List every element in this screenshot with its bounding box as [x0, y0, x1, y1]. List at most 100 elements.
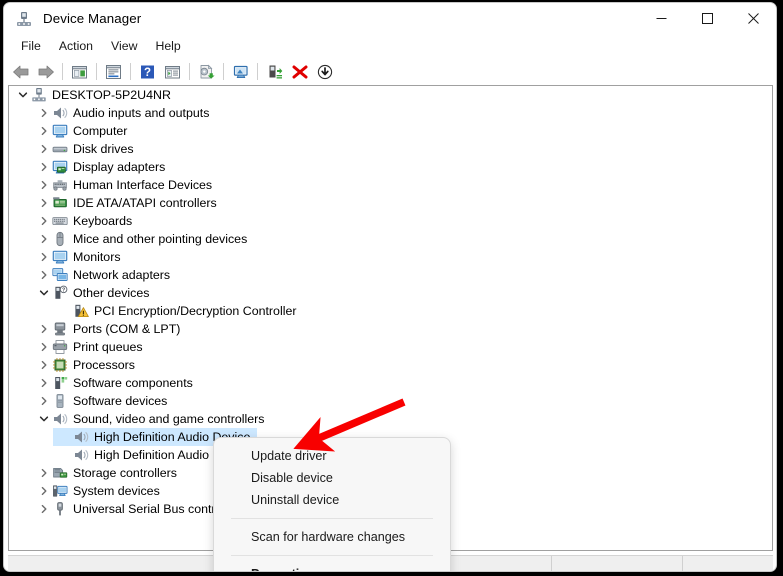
enable-device-icon[interactable] — [262, 60, 287, 83]
tree-item[interactable]: ? Other devices — [9, 284, 772, 302]
tree-item[interactable]: Software components — [9, 374, 772, 392]
tree-item-label: Sound, video and game controllers — [73, 412, 265, 426]
disk-drive-icon — [52, 141, 68, 157]
view-icon[interactable] — [160, 60, 185, 83]
tree-item[interactable]: PCI Encryption/Decryption Controller — [9, 302, 772, 320]
chevron-right-icon[interactable] — [36, 339, 52, 355]
tree-item[interactable]: Print queues — [9, 338, 772, 356]
tree-item[interactable]: Audio inputs and outputs — [9, 104, 772, 122]
toolbar-separator — [223, 63, 224, 80]
maximize-button[interactable] — [684, 3, 730, 34]
uninstall-device-icon[interactable] — [287, 60, 312, 83]
tree-item[interactable]: Monitors — [9, 248, 772, 266]
chevron-right-icon[interactable] — [36, 249, 52, 265]
context-menu-separator — [231, 518, 433, 519]
scan-hardware-changes-icon[interactable] — [228, 60, 253, 83]
tree-item[interactable]: DESKTOP-5P2U4NR — [9, 86, 772, 104]
close-button[interactable] — [730, 3, 776, 34]
tree-item[interactable]: Mice and other pointing devices — [9, 230, 772, 248]
tree-item-label: Keyboards — [73, 214, 133, 228]
tree-item[interactable]: Ports (COM & LPT) — [9, 320, 772, 338]
help-icon[interactable]: ? — [135, 60, 160, 83]
toolbar-separator — [189, 63, 190, 80]
tree-item-label: Other devices — [73, 286, 150, 300]
chevron-right-icon[interactable] — [36, 123, 52, 139]
context-menu-item[interactable]: Disable device — [214, 467, 450, 489]
ide-controller-icon — [52, 195, 68, 211]
processor-icon — [52, 357, 68, 373]
chevron-right-icon[interactable] — [36, 501, 52, 517]
chevron-right-icon[interactable] — [36, 141, 52, 157]
chevron-right-icon[interactable] — [36, 267, 52, 283]
chevron-right-icon[interactable] — [36, 465, 52, 481]
toolbar-separator — [130, 63, 131, 80]
chevron-right-icon[interactable] — [36, 483, 52, 499]
title-bar: Device Manager — [4, 3, 776, 34]
tree-item[interactable]: Network adapters — [9, 266, 772, 284]
back-icon[interactable] — [8, 60, 33, 83]
update-driver-icon[interactable] — [194, 60, 219, 83]
tree-item[interactable]: Sound, video and game controllers — [9, 410, 772, 428]
context-menu-item[interactable]: Uninstall device — [214, 489, 450, 511]
forward-icon[interactable] — [33, 60, 58, 83]
properties-icon[interactable] — [101, 60, 126, 83]
tree-item[interactable]: Software devices — [9, 392, 772, 410]
menu-file[interactable]: File — [12, 37, 50, 55]
tree-item[interactable]: Disk drives — [9, 140, 772, 158]
menu-help[interactable]: Help — [146, 37, 189, 55]
tree-item-label: System devices — [73, 484, 160, 498]
chevron-right-icon[interactable] — [36, 375, 52, 391]
menu-view[interactable]: View — [102, 37, 146, 55]
chevron-down-icon[interactable] — [15, 87, 31, 103]
keyboard-icon — [52, 213, 68, 229]
network-adapter-icon — [52, 267, 68, 283]
usb-icon — [52, 501, 68, 517]
chevron-right-icon[interactable] — [36, 195, 52, 211]
monitor-icon — [52, 123, 68, 139]
chevron-down-icon[interactable] — [36, 411, 52, 427]
chevron-right-icon[interactable] — [36, 393, 52, 409]
chevron-right-icon[interactable] — [36, 231, 52, 247]
show-hide-console-tree-icon[interactable] — [67, 60, 92, 83]
tree-item-label: Network adapters — [73, 268, 171, 282]
chevron-down-icon[interactable] — [36, 285, 52, 301]
tree-item[interactable]: Keyboards — [9, 212, 772, 230]
tree-item-label: Computer — [73, 124, 128, 138]
context-menu-item[interactable]: Update driver — [214, 445, 450, 467]
context-menu-item[interactable]: Properties — [214, 563, 450, 571]
menu-action[interactable]: Action — [50, 37, 102, 55]
chevron-right-icon[interactable] — [36, 159, 52, 175]
context-menu[interactable]: Update driver Disable device Uninstall dev… — [213, 437, 451, 571]
tree-item-label: Monitors — [73, 250, 121, 264]
context-menu-item[interactable]: Scan for hardware changes — [214, 526, 450, 548]
tree-item[interactable]: Processors — [9, 356, 772, 374]
chevron-right-icon[interactable] — [36, 321, 52, 337]
speaker-icon — [73, 447, 89, 463]
unknown-device-warning-icon — [73, 303, 89, 319]
tree-item[interactable]: Display adapters — [9, 158, 772, 176]
chevron-right-icon[interactable] — [36, 177, 52, 193]
mouse-icon — [52, 231, 68, 247]
tree-item-label: Human Interface Devices — [73, 178, 213, 192]
tree-item-label: Ports (COM & LPT) — [73, 322, 181, 336]
tree-item[interactable]: Human Interface Devices — [9, 176, 772, 194]
chevron-right-icon[interactable] — [36, 357, 52, 373]
display-adapter-icon — [52, 159, 68, 175]
context-menu-separator — [231, 555, 433, 556]
tree-item-label: Disk drives — [73, 142, 134, 156]
tree-item[interactable]: Computer — [9, 122, 772, 140]
status-bar-panel-3 — [683, 556, 773, 571]
toolbar: ? — [4, 59, 776, 84]
minimize-button[interactable] — [638, 3, 684, 34]
printer-icon — [52, 339, 68, 355]
tree-item-label: Software components — [73, 376, 193, 390]
software-device-icon — [52, 393, 68, 409]
storage-controller-icon — [52, 465, 68, 481]
chevron-right-icon[interactable] — [36, 213, 52, 229]
monitor-icon — [52, 249, 68, 265]
tree-item[interactable]: IDE ATA/ATAPI controllers — [9, 194, 772, 212]
other-device-icon: ? — [52, 285, 68, 301]
disable-device-icon[interactable] — [312, 60, 337, 83]
chevron-right-icon[interactable] — [36, 105, 52, 121]
